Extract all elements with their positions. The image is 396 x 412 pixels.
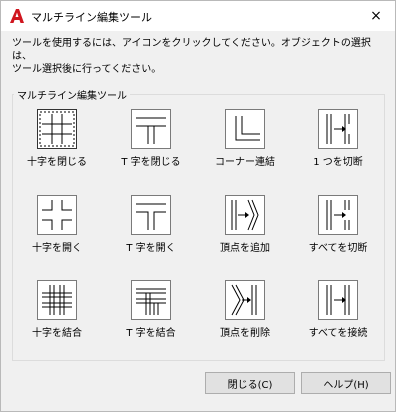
instruction-line: ツール選択後に行ってください。 <box>12 64 162 75</box>
tool-label: 十字を閉じる <box>27 157 87 168</box>
autocad-logo-icon <box>10 9 24 23</box>
instructions: ツールを使用するには、アイコンをクリックしてください。オブジェクトの選択は、 ツ… <box>12 37 387 76</box>
closed-cross-icon[interactable] <box>37 109 77 149</box>
tool-closed-tee[interactable]: T 字を閉じる <box>105 109 195 175</box>
tool-label: T 字を結合 <box>126 328 176 339</box>
tool-label: コーナー連結 <box>215 157 275 168</box>
help-button[interactable]: ヘルプ(H) <box>301 372 391 394</box>
tool-label: 1 つを切断 <box>313 157 363 168</box>
close-button[interactable]: 閉じる(C) <box>205 372 295 394</box>
cut-all-icon[interactable] <box>318 195 358 235</box>
tool-label: 頂点を追加 <box>220 243 270 254</box>
merged-tee-icon[interactable] <box>131 280 171 320</box>
tool-open-cross[interactable]: 十字を開く <box>11 195 101 261</box>
group-title: マルチライン編集ツール <box>14 87 130 102</box>
tool-label: すべてを切断 <box>308 243 368 254</box>
closed-tee-icon[interactable] <box>131 109 171 149</box>
tool-label: すべてを接続 <box>308 328 368 339</box>
cut-single-icon[interactable] <box>318 109 358 149</box>
tool-merged-cross[interactable]: 十字を結合 <box>11 280 101 346</box>
tool-cut-single[interactable]: 1 つを切断 <box>292 109 382 175</box>
instruction-line: ツールを使用するには、アイコンをクリックしてください。オブジェクトの選択は、 <box>12 38 371 62</box>
tool-merged-tee[interactable]: T 字を結合 <box>105 280 195 346</box>
tool-label: T 字を開く <box>126 243 176 254</box>
tool-label: T 字を閉じる <box>121 157 181 168</box>
tool-cut-all[interactable]: すべてを切断 <box>292 195 382 261</box>
tool-label: 十字を結合 <box>32 328 82 339</box>
tool-open-tee[interactable]: T 字を開く <box>105 195 195 261</box>
open-tee-icon[interactable] <box>131 195 171 235</box>
tool-weld-all[interactable]: すべてを接続 <box>292 280 382 346</box>
tool-closed-cross[interactable]: 十字を閉じる <box>11 109 101 175</box>
close-icon[interactable]: × <box>365 5 387 27</box>
tool-label: 十字を開く <box>32 243 82 254</box>
corner-joint-icon[interactable] <box>225 109 265 149</box>
window-title: マルチライン編集ツール <box>31 11 152 24</box>
add-vertex-icon[interactable] <box>225 195 265 235</box>
title-bar: マルチライン編集ツール × <box>1 1 395 31</box>
tool-corner-joint[interactable]: コーナー連結 <box>199 109 289 175</box>
merged-cross-icon[interactable] <box>37 280 77 320</box>
delete-vertex-icon[interactable] <box>225 280 265 320</box>
tool-delete-vertex[interactable]: 頂点を削除 <box>199 280 289 346</box>
open-cross-icon[interactable] <box>37 195 77 235</box>
weld-all-icon[interactable] <box>318 280 358 320</box>
dialog-window: マルチライン編集ツール × ツールを使用するには、アイコンをクリックしてください… <box>0 0 396 412</box>
tool-label: 頂点を削除 <box>220 328 270 339</box>
tool-add-vertex[interactable]: 頂点を追加 <box>199 195 289 261</box>
